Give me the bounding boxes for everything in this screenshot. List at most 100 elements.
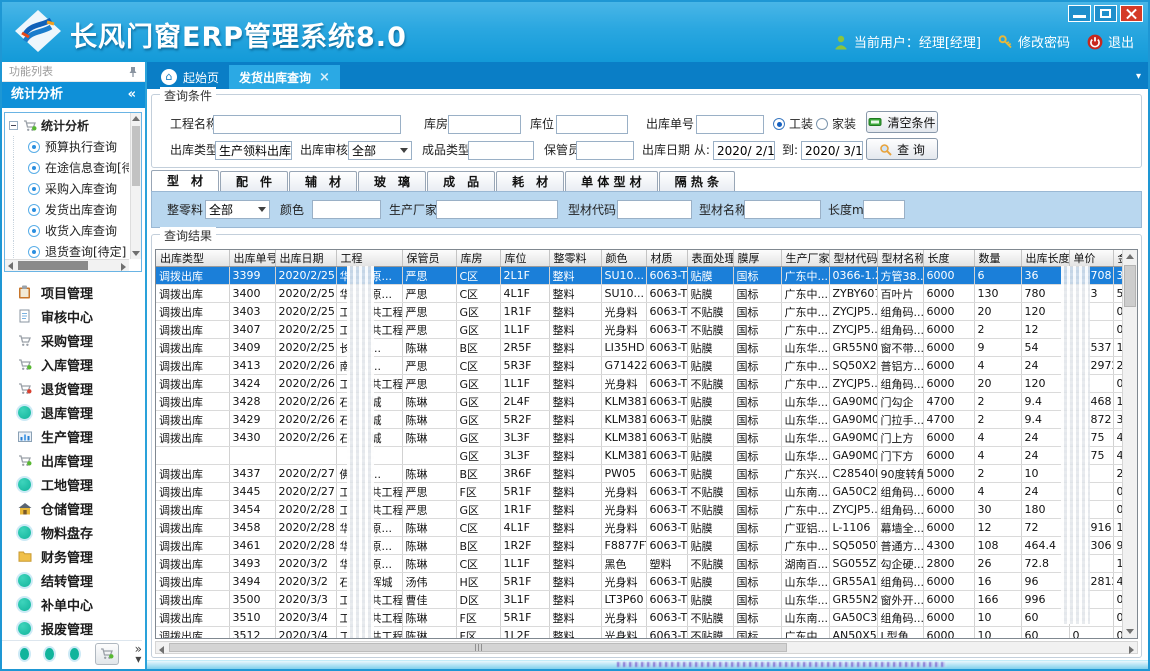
sidebar-group-item[interactable]: 退货管理 [4, 376, 142, 400]
collapsed-module-icon[interactable] [70, 648, 79, 660]
column-header[interactable]: 出库日期 [275, 250, 336, 267]
scroll-left-icon[interactable] [159, 646, 164, 654]
column-header[interactable]: 型材代码 [829, 250, 877, 267]
color-input[interactable] [312, 200, 381, 219]
scroll-down-icon[interactable] [1126, 629, 1134, 634]
scrollbar-thumb[interactable] [18, 261, 88, 270]
material-tab[interactable]: 玻 璃 [358, 171, 426, 191]
tree-horizontal-scrollbar[interactable] [5, 259, 129, 271]
table-row[interactable]: 调拨出库34302020/2/26石城陈琳G区3L3F整料KLM38176063… [156, 429, 1131, 447]
table-row[interactable]: 调拨出库34132020/2/26南...严思C区5R3F整料G71422606… [156, 357, 1131, 375]
material-tab[interactable]: 隔 热 条 [659, 171, 735, 191]
material-tab[interactable]: 单 体 型 材 [565, 171, 658, 191]
scroll-down-icon[interactable] [132, 251, 140, 256]
tree-item[interactable]: 在途信息查询[待 [13, 157, 129, 178]
sidebar-group-item[interactable]: 物料盘存 [4, 520, 142, 544]
table-row[interactable]: 调拨出库35102020/3/4工共工程陈琳F区5R1F整料光身料6063-T5… [156, 609, 1131, 627]
grid-vertical-scrollbar[interactable] [1122, 250, 1137, 638]
table-row[interactable]: 调拨出库34612020/2/28华原...陈琳B区1R2F整料F8877FT6… [156, 537, 1131, 555]
material-tab[interactable]: 辅 材 [289, 171, 357, 191]
collapse-icon[interactable]: « [128, 82, 136, 108]
audit-select[interactable]: 全部 [348, 141, 412, 160]
table-row[interactable]: 调拨出库34092020/2/25长...陈琳B区2R5F整料LI35HD606… [156, 339, 1131, 357]
sidebar-group-item[interactable]: 工地管理 [4, 472, 142, 496]
project-name-input[interactable] [213, 115, 401, 134]
column-header[interactable]: 膜厚 [733, 250, 781, 267]
tab-shipment-query[interactable]: 发货出库查询 × [229, 65, 340, 89]
table-row[interactable]: 调拨出库35002020/3/3工共工程曹佳D区3L1F整料LT3P606063… [156, 591, 1131, 609]
sidebar-group-item[interactable]: 退库管理 [4, 400, 142, 424]
column-header[interactable]: 单价 [1069, 250, 1113, 267]
table-row[interactable]: 调拨出库35122020/3/4工共工程陈琳F区1L2F整料光身料6063-T5… [156, 627, 1131, 640]
table-row[interactable]: 调拨出库34932020/3/2华原...陈琳C区1L1F整料黑色塑料不贴膜国标… [156, 555, 1131, 573]
sidebar-group-item[interactable]: 生产管理 [4, 424, 142, 448]
sidebar-group-item[interactable]: 补单中心 [4, 592, 142, 616]
table-row[interactable]: 调拨出库34292020/2/26石城陈琳G区5R2F整料KLM38176063… [156, 411, 1131, 429]
scroll-up-icon[interactable] [1126, 254, 1134, 259]
tree-item[interactable]: 采购入库查询 [13, 178, 129, 199]
table-row[interactable]: 调拨出库34072020/2/25工共工程严思G区1L1F整料光身料6063-T… [156, 321, 1131, 339]
column-header[interactable]: 材质 [646, 250, 687, 267]
material-tab[interactable]: 耗 材 [496, 171, 564, 191]
table-row[interactable]: 调拨出库33992020/2/25华原...严思C区2L1F整料SU10...6… [156, 267, 1131, 285]
tree-item[interactable]: 退货查询[待定] [13, 241, 129, 259]
logout-button[interactable]: 退出 [1087, 32, 1134, 51]
tab-home[interactable]: ⌂ 起始页 [151, 65, 229, 89]
tree-item[interactable]: 发货出库查询 [13, 199, 129, 220]
table-row[interactable]: 调拨出库34242020/2/26工共工程严思G区1L1F整料光身料6063-T… [156, 375, 1131, 393]
column-header[interactable]: 出库长度 [1021, 250, 1069, 267]
location-input[interactable] [556, 115, 628, 134]
sidebar-group-item[interactable]: 出库管理 [4, 448, 142, 472]
table-row[interactable]: 调拨出库34372020/2/27佛...陈琳B区3R6F整料PW056063-… [156, 465, 1131, 483]
profile-code-input[interactable] [617, 200, 692, 219]
scroll-left-icon[interactable] [8, 262, 13, 270]
column-header[interactable]: 保管员 [402, 250, 456, 267]
minimize-button[interactable] [1068, 5, 1091, 22]
tree-vertical-scrollbar[interactable] [130, 113, 141, 259]
scroll-right-icon[interactable] [1129, 646, 1134, 654]
tree-root[interactable]: 统计分析 [7, 115, 129, 136]
more-options-chevron[interactable]: »▾ [135, 644, 142, 664]
change-password-button[interactable]: 修改密码 [998, 32, 1070, 51]
cart-module-button[interactable] [95, 643, 118, 665]
tree-item[interactable]: 收货入库查询 [13, 220, 129, 241]
scrollbar-thumb[interactable] [169, 643, 787, 652]
order-no-input[interactable] [696, 115, 764, 134]
warehouse-input[interactable] [448, 115, 521, 134]
material-tab[interactable]: 配 件 [220, 171, 288, 191]
radio-jiazhuang[interactable] [816, 118, 828, 130]
sidebar-group-item[interactable]: 仓储管理 [4, 496, 142, 520]
column-header[interactable]: 库位 [500, 250, 549, 267]
column-header[interactable]: 颜色 [601, 250, 646, 267]
collapsed-module-icon[interactable] [45, 648, 54, 660]
grid-horizontal-scrollbar[interactable] [155, 641, 1138, 654]
column-header[interactable]: 库房 [456, 250, 500, 267]
table-row[interactable]: G区3L3F整料KLM38176063-T5贴膜国标山东华...GA90M09.… [156, 447, 1131, 465]
column-header[interactable]: 数量 [974, 250, 1021, 267]
maximize-button[interactable] [1094, 5, 1117, 22]
tree-expand-icon[interactable] [9, 121, 18, 130]
tab-list-dropdown-icon[interactable]: ▾ [1136, 71, 1141, 82]
radio-gongzhuang[interactable] [773, 118, 785, 130]
column-header[interactable]: 型材名称 [877, 250, 923, 267]
sidebar-group-item[interactable]: 项目管理 [4, 280, 142, 304]
table-row[interactable]: 调拨出库34542020/2/28工共工程严思G区1R1F整料光身料6063-T… [156, 501, 1131, 519]
material-tab[interactable]: 成 品 [427, 171, 495, 191]
clear-conditions-button[interactable]: 清空条件 [866, 111, 938, 133]
column-header[interactable]: 出库类型 [156, 250, 229, 267]
table-row[interactable]: 调拨出库34002020/2/25华原...严思C区4L1F整料SU10...6… [156, 285, 1131, 303]
profile-name-input[interactable] [744, 200, 821, 219]
sidebar-group-item[interactable]: 报废管理 [4, 616, 142, 640]
sidebar-group-item[interactable]: 采购管理 [4, 328, 142, 352]
table-row[interactable]: 调拨出库34032020/2/25工共工程严思G区1R1F整料光身料6063-T… [156, 303, 1131, 321]
column-header[interactable]: 工程 [336, 250, 402, 267]
material-tab[interactable]: 型 材 [151, 170, 219, 191]
out-type-select[interactable]: 生产领料出库 [215, 141, 292, 160]
part-select[interactable]: 全部 [205, 200, 270, 219]
column-header[interactable]: 表面处理 [687, 250, 733, 267]
maker-input[interactable] [436, 200, 558, 219]
date-from-picker[interactable]: 2020/ 2/16 [713, 141, 775, 160]
tree-item[interactable]: 预算执行查询 [13, 136, 129, 157]
search-button[interactable]: 查 询 [866, 138, 938, 160]
close-button[interactable] [1120, 5, 1143, 22]
